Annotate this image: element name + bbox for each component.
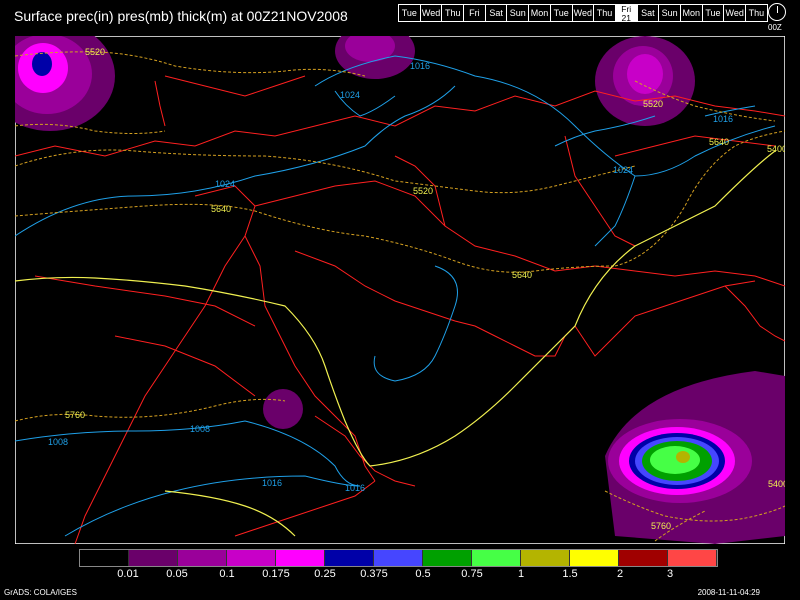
day-cell[interactable]: Sat <box>636 4 660 22</box>
day-cell[interactable]: Sat <box>484 4 508 22</box>
colorbar-label: 2 <box>616 568 624 580</box>
colorbar-label: 0.01 <box>117 568 139 580</box>
day-cell[interactable]: Fri <box>463 4 486 22</box>
thickness-label: 5520 <box>413 186 433 196</box>
isobar-label: 1008 <box>190 424 210 434</box>
thickness-label: 5400 <box>767 144 785 154</box>
render-timestamp: 2008-11-11-04:29 <box>697 588 760 597</box>
color-swatch <box>423 550 472 566</box>
day-cell[interactable]: Wed <box>723 4 746 22</box>
thickness-label: 5520 <box>85 47 105 57</box>
thickness-label: 5640 <box>211 204 231 214</box>
color-swatch <box>521 550 570 566</box>
thickness-label: 5400 <box>768 479 785 489</box>
thickness-label: 5640 <box>512 270 532 280</box>
colorbar-label: 0.05 <box>166 568 188 580</box>
color-swatch <box>570 550 619 566</box>
thickness-label: 5760 <box>651 521 671 531</box>
colorbar-label: 0.75 <box>461 568 483 580</box>
colorbar-label: 0.175 <box>262 568 290 580</box>
day-cell[interactable]: Thu <box>593 4 616 22</box>
color-swatch <box>80 550 129 566</box>
thickness-label: 5520 <box>643 99 663 109</box>
colorbar-label: 1 <box>517 568 525 580</box>
day-cell[interactable]: Sun <box>506 4 530 22</box>
color-swatch <box>668 550 717 566</box>
day-cell[interactable]: Wed <box>419 4 443 22</box>
color-swatch <box>619 550 668 566</box>
color-bar <box>79 549 718 567</box>
day-cell[interactable]: Tue <box>701 4 725 22</box>
color-swatch <box>227 550 276 566</box>
day-cell[interactable]: Mon <box>528 4 551 22</box>
isobar-label: 1024 <box>613 165 633 175</box>
color-swatch <box>129 550 178 566</box>
weather-map: 5520 1016 1024 5520 1016 5640 1024 1024 … <box>15 36 785 544</box>
isobar-label: 1016 <box>262 478 282 488</box>
day-selector: Tue Wed Thu Fri Sat Sun Mon Tue Wed Thu … <box>398 4 768 22</box>
day-cell[interactable]: Thu <box>441 4 465 22</box>
color-swatch <box>472 550 521 566</box>
thickness-label: 5640 <box>709 137 729 147</box>
clock-icon <box>768 3 786 21</box>
isobar-label: 1016 <box>410 61 430 71</box>
colorbar-label: 0.25 <box>314 568 336 580</box>
day-cell[interactable]: Tue <box>398 4 421 22</box>
day-cell[interactable]: Wed <box>571 4 595 22</box>
map-title: Surface prec(in) pres(mb) thick(m) at 00… <box>14 8 348 24</box>
day-cell[interactable]: Thu <box>745 4 768 22</box>
current-day-cell[interactable]: Fri 21 <box>614 4 638 22</box>
day-cell[interactable]: Sun <box>658 4 681 22</box>
color-swatch <box>374 550 423 566</box>
isobar-label: 1024 <box>340 90 360 100</box>
colorbar-label: 1.5 <box>562 568 578 580</box>
colorbar-label: 3 <box>666 568 674 580</box>
color-swatch <box>276 550 325 566</box>
software-credit: GrADS: COLA/IGES <box>4 588 77 597</box>
isobar-label: 1016 <box>713 114 733 124</box>
isobar-label: 1008 <box>48 437 68 447</box>
colorbar-label: 0.5 <box>415 568 431 580</box>
day-cell[interactable]: Mon <box>679 4 703 22</box>
thickness-label: 5760 <box>65 410 85 420</box>
colorbar-label: 0.1 <box>219 568 235 580</box>
clock-label: 00Z <box>768 23 782 32</box>
color-swatch <box>325 550 374 566</box>
isobar-label: 1024 <box>215 179 235 189</box>
day-cell[interactable]: Tue <box>549 4 573 22</box>
isobar-label: 1016 <box>345 483 365 493</box>
colorbar-label: 0.375 <box>360 568 388 580</box>
current-day-date: 21 <box>621 13 631 22</box>
color-swatch <box>178 550 227 566</box>
